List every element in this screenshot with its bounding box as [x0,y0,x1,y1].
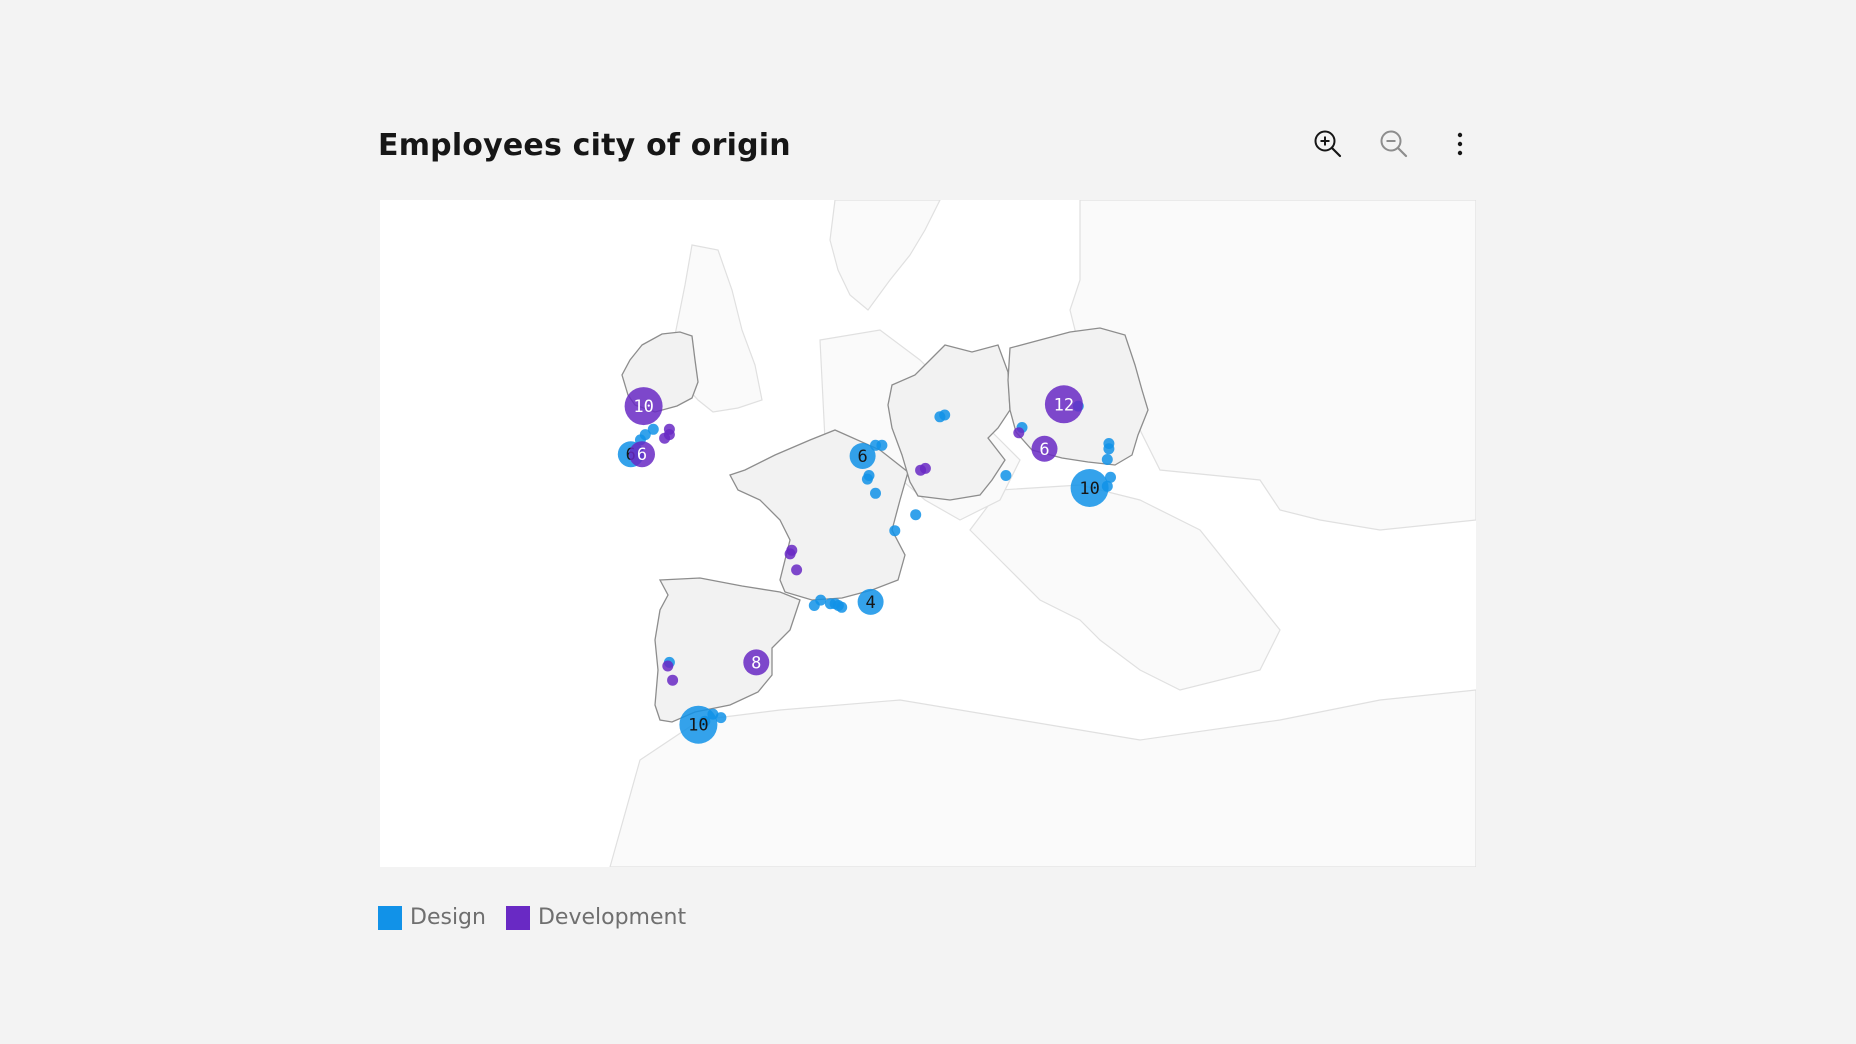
design-point[interactable] [876,439,888,451]
cluster-count-label: 8 [751,653,761,673]
overflow-menu-button[interactable] [1442,126,1478,162]
region-balkans-italy [969,484,1281,691]
legend-item-development[interactable]: Development [505,905,687,930]
cluster-count-label: 4 [865,593,875,613]
legend-label-development: Development [537,905,687,930]
design-point[interactable] [1101,454,1113,465]
legend-label-design: Design [410,905,486,930]
design-point[interactable] [870,487,881,499]
design-point[interactable] [910,509,922,521]
map-card: Employees city of origin 10 6 6 12 6 10 … [378,110,1478,930]
country-france[interactable] [729,429,909,601]
cluster-count-label: 10 [633,397,653,417]
design-cluster-bubble[interactable]: 6 [849,443,876,469]
map-toolbar [1310,126,1478,162]
cluster-count-label: 6 [1039,440,1049,460]
development-cluster-bubble[interactable]: 10 [624,387,663,426]
legend-swatch-development [505,905,530,930]
development-point[interactable] [1013,427,1025,439]
country-spain[interactable] [654,577,801,723]
region-north-africa [609,689,1476,867]
background-land [609,200,1476,867]
zoom-out-button[interactable] [1376,126,1412,162]
development-point[interactable] [784,548,796,560]
cluster-count-label: 6 [637,445,647,465]
cluster-count-label: 12 [1054,395,1074,415]
development-cluster-bubble[interactable]: 12 [1044,385,1083,424]
zoom-in-icon [1314,130,1342,158]
zoom-in-button[interactable] [1310,126,1346,162]
development-point[interactable] [663,423,675,435]
design-cluster-bubble[interactable]: 10 [1070,469,1109,507]
europe-map[interactable]: 10666126104810 [380,200,1476,867]
design-point[interactable] [1103,443,1115,455]
region-scandinavia [829,200,941,311]
design-cluster-bubble[interactable]: 10 [679,705,718,744]
cluster-count-label: 10 [688,716,708,736]
development-point[interactable] [791,564,803,576]
design-point[interactable] [1000,470,1012,481]
cluster-count-label: 6 [857,447,867,467]
design-point[interactable] [836,601,848,613]
development-cluster-bubble[interactable]: 8 [743,649,770,676]
legend-item-design[interactable]: Design [378,905,486,930]
overflow-menu-vertical-icon [1457,132,1463,156]
design-cluster-bubble[interactable]: 4 [857,588,884,615]
development-point[interactable] [667,674,679,686]
development-cluster-bubble[interactable]: 6 [629,441,655,468]
cluster-count-label: 10 [1079,479,1099,499]
development-cluster-bubble[interactable]: 6 [1031,435,1058,462]
design-point[interactable] [861,473,873,485]
design-point[interactable] [889,525,901,537]
card-header: Employees city of origin [378,110,1478,182]
legend: Design Development [378,905,686,930]
zoom-out-icon [1380,130,1408,158]
map-canvas[interactable]: 10666126104810 [380,200,1476,867]
development-point[interactable] [662,660,674,672]
legend-swatch-design [378,905,402,930]
development-point[interactable] [919,462,931,474]
chart-title: Employees city of origin [378,128,791,163]
design-point[interactable] [939,409,951,421]
design-point[interactable] [815,594,827,606]
